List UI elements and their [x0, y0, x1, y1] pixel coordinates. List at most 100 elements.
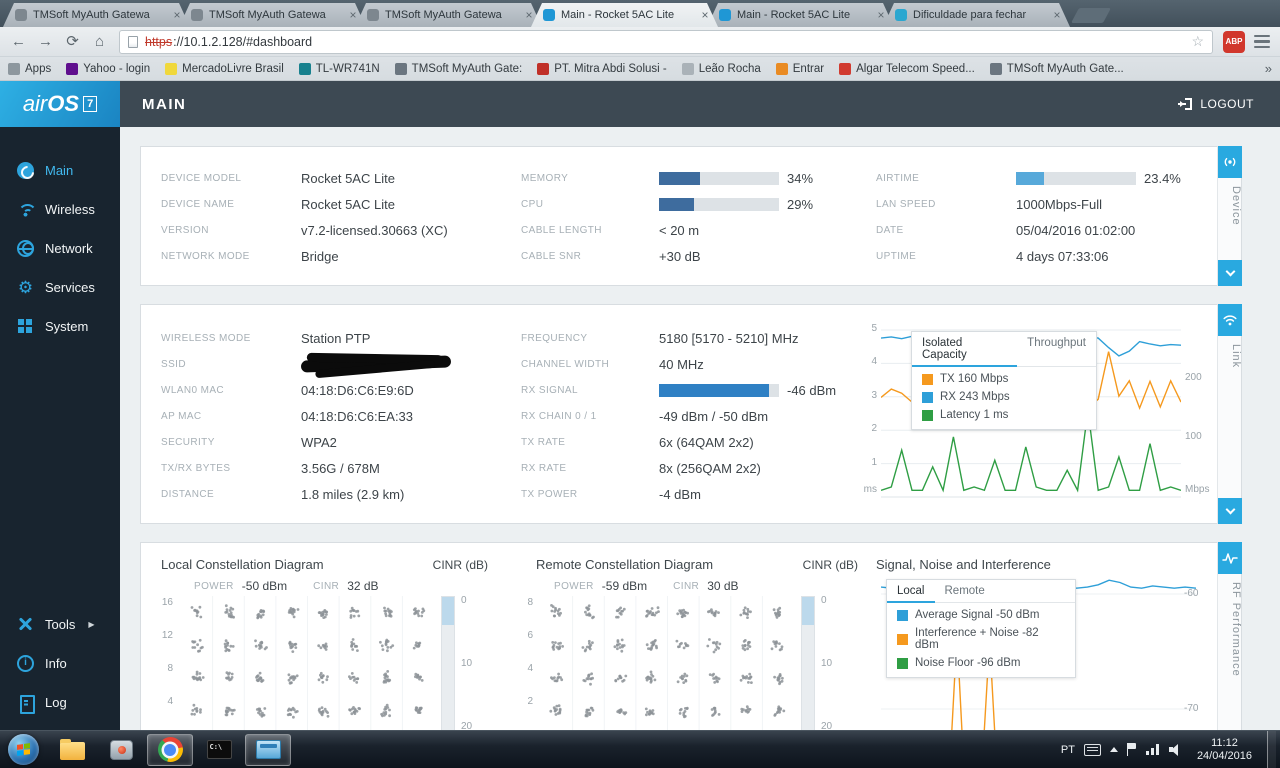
- field-label: DEVICE MODEL: [161, 172, 242, 184]
- rf-panel-label: RF Performance: [1230, 582, 1242, 677]
- sidebar-item[interactable]: Services: [0, 268, 120, 307]
- field-row: MEMORY 34%: [521, 165, 813, 191]
- legend-tab[interactable]: Isolated Capacity: [912, 332, 1018, 367]
- browser-tab[interactable]: Main - Rocket 5AC Lite ×: [531, 3, 718, 27]
- legend-tab[interactable]: Throughput: [1017, 332, 1096, 367]
- field-label: AP MAC: [161, 410, 202, 422]
- browser-tab[interactable]: Main - Rocket 5AC Lite ×: [707, 3, 894, 27]
- field-label: LAN SPEED: [876, 198, 936, 210]
- tab-close-icon[interactable]: ×: [346, 8, 360, 22]
- bookmark-item[interactable]: TMSoft MyAuth Gate...: [989, 62, 1124, 75]
- bookmarks-overflow-chevron[interactable]: »: [1265, 61, 1272, 76]
- tab-favicon: [15, 9, 27, 21]
- link-panel-strip: Link: [1217, 304, 1242, 524]
- browser-tab[interactable]: Dificuldade para fechar ×: [883, 3, 1070, 27]
- back-button[interactable]: ←: [5, 30, 32, 54]
- tab-title: TMSoft MyAuth Gatewa: [33, 9, 150, 21]
- logout-button[interactable]: LOGOUT: [1178, 97, 1254, 111]
- throughput-axis-unit: Mbps: [1185, 484, 1210, 495]
- action-center-flag-icon[interactable]: [1126, 743, 1137, 756]
- bookmark-label: Yahoo - login: [83, 62, 151, 75]
- bookmark-label: Entrar: [792, 62, 825, 75]
- taskbar-app-button[interactable]: [147, 733, 193, 766]
- terminal-icon: [206, 740, 232, 759]
- home-button[interactable]: ⌂: [86, 30, 113, 54]
- browser-tab[interactable]: TMSoft MyAuth Gatewa ×: [3, 3, 190, 27]
- field-label: DEVICE NAME: [161, 198, 235, 210]
- taskbar-app-button[interactable]: [245, 733, 291, 766]
- bookmark-item[interactable]: PT. Mitra Abdi Solusi -: [537, 62, 667, 75]
- wifi-icon: [1223, 315, 1237, 326]
- adblock-extension-badge[interactable]: ABP: [1223, 30, 1245, 53]
- taskbar-app-button[interactable]: [49, 734, 95, 766]
- tab-close-icon[interactable]: ×: [874, 8, 888, 22]
- progress-fill: [659, 171, 700, 185]
- rf-panel-tab[interactable]: [1218, 542, 1242, 574]
- field-label: NETWORK MODE: [161, 250, 250, 262]
- link-collapse-button[interactable]: [1218, 498, 1242, 524]
- browser-tab[interactable]: TMSoft MyAuth Gatewa ×: [355, 3, 542, 27]
- legend-swatch: [922, 409, 933, 421]
- bookmark-item[interactable]: Apps: [8, 62, 51, 75]
- sidebar-item-label: Log: [45, 695, 67, 710]
- field-label: CABLE SNR: [521, 250, 582, 262]
- legend-swatch: [922, 373, 933, 385]
- field-value: Rocket 5AC Lite: [301, 196, 395, 212]
- bookmark-star-icon[interactable]: ☆: [1191, 33, 1204, 50]
- legend-tab[interactable]: Local: [887, 580, 935, 603]
- bookmark-favicon: [537, 62, 550, 75]
- taskbar-app-button[interactable]: [196, 734, 242, 766]
- sidebar-item[interactable]: Log: [0, 683, 120, 722]
- log-icon: [17, 694, 35, 714]
- browser-menu-button[interactable]: [1249, 31, 1275, 53]
- language-indicator[interactable]: PT: [1061, 744, 1075, 756]
- new-tab-button[interactable]: [1071, 8, 1111, 23]
- sidebar-item[interactable]: Main: [0, 151, 120, 190]
- device-collapse-button[interactable]: [1218, 260, 1242, 286]
- field-value: 4 days 07:33:06: [1016, 248, 1109, 264]
- tab-title: Main - Rocket 5AC Lite: [737, 9, 851, 21]
- progress-fill: [1016, 171, 1045, 185]
- sidebar-item[interactable]: Info: [0, 644, 120, 683]
- bookmark-item[interactable]: Yahoo - login: [66, 62, 151, 75]
- sidebar-item[interactable]: Tools ▶: [0, 605, 120, 644]
- sidebar-item[interactable]: System: [0, 307, 120, 346]
- bookmark-item[interactable]: Algar Telecom Speed...: [839, 62, 975, 75]
- bookmark-item[interactable]: TL-WR741N: [298, 62, 380, 75]
- field-row: FREQUENCY 5180 [5170 - 5210] MHz: [521, 325, 836, 351]
- browser-tab[interactable]: TMSoft MyAuth Gatewa ×: [179, 3, 366, 27]
- local-cinr-scale: 0 10 20: [461, 595, 473, 730]
- link-panel-tab[interactable]: [1218, 304, 1242, 336]
- show-desktop-button[interactable]: [1267, 730, 1276, 768]
- network-icon[interactable]: [1145, 744, 1160, 755]
- taskbar-app-button[interactable]: [98, 734, 144, 766]
- field-value: 6x (64QAM 2x2): [659, 434, 754, 450]
- device-panel-tab[interactable]: [1218, 146, 1242, 178]
- bookmark-item[interactable]: TMSoft MyAuth Gate:: [394, 62, 522, 75]
- bookmark-item[interactable]: MercadoLivre Brasil: [165, 62, 284, 75]
- hidden-icons-button[interactable]: [1109, 747, 1118, 752]
- tab-close-icon[interactable]: ×: [170, 8, 184, 22]
- legend-tab[interactable]: Remote: [935, 580, 995, 603]
- taskbar-clock[interactable]: 11:12 24/04/2016: [1197, 737, 1252, 763]
- tab-close-icon[interactable]: ×: [1050, 8, 1064, 22]
- bookmark-item[interactable]: Leão Rocha: [681, 62, 761, 75]
- sidebar-item-label: System: [45, 319, 89, 334]
- field-value: -4 dBm: [659, 486, 701, 502]
- start-button[interactable]: [8, 734, 39, 765]
- keyboard-icon[interactable]: [1083, 743, 1101, 756]
- reload-button[interactable]: ⟳: [59, 30, 86, 54]
- bookmark-item[interactable]: Entrar: [775, 62, 825, 75]
- legend-label: Average Signal -50 dBm: [915, 609, 1040, 621]
- volume-icon[interactable]: [1168, 743, 1182, 756]
- network-icon: [17, 240, 34, 257]
- tab-close-icon[interactable]: ×: [698, 8, 712, 22]
- tab-favicon: [191, 9, 203, 21]
- progress-bar: [659, 383, 779, 397]
- forward-button[interactable]: →: [32, 30, 59, 54]
- url-bar[interactable]: https ://10.1.2.128/#dashboard ☆: [119, 29, 1213, 54]
- sidebar-item[interactable]: Wireless: [0, 190, 120, 229]
- rf-panel-strip: RF Performance: [1217, 542, 1242, 730]
- tab-close-icon[interactable]: ×: [522, 8, 536, 22]
- sidebar-item[interactable]: Network: [0, 229, 120, 268]
